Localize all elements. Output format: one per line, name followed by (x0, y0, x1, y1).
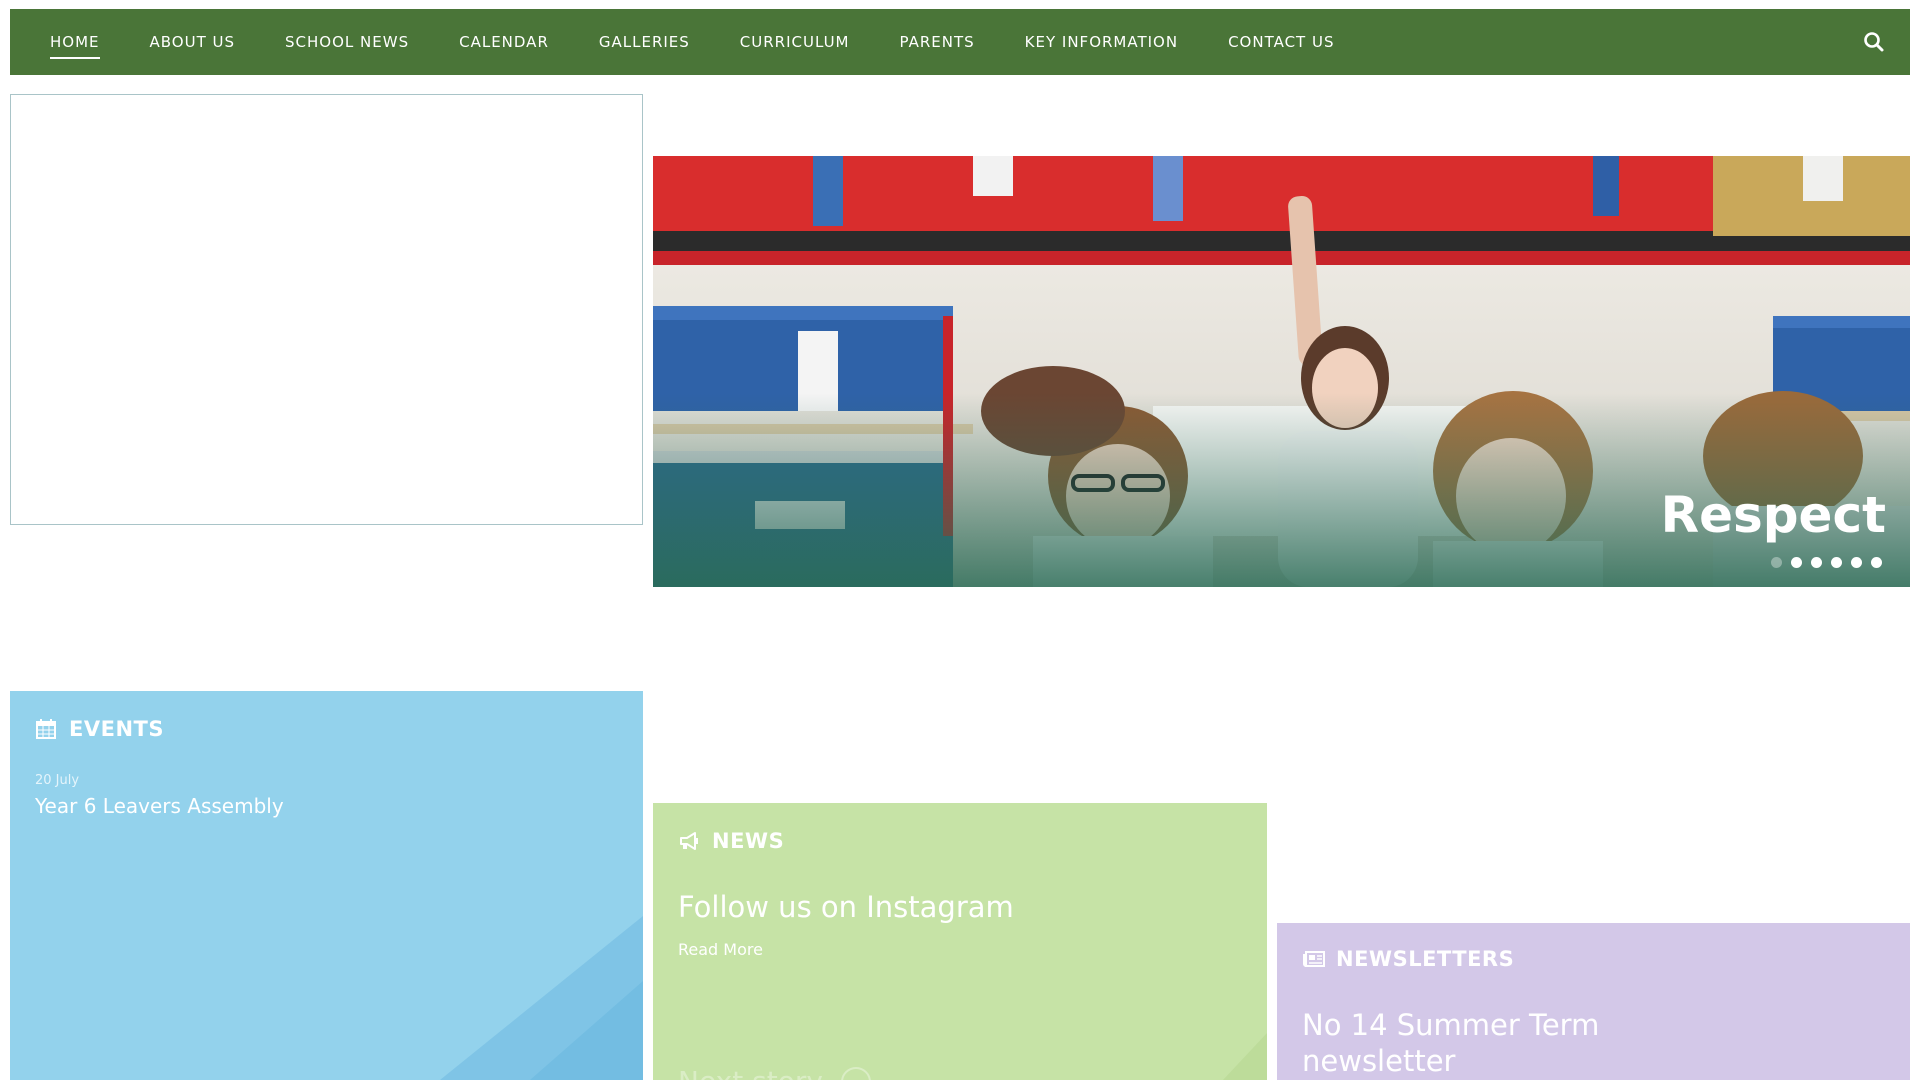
event-date: 20 July (35, 773, 80, 788)
newsletters-heading-label: NEWSLETTERS (1336, 947, 1515, 971)
events-heading: EVENTS (35, 717, 164, 741)
read-more-link[interactable]: Read More (678, 940, 763, 959)
slide-dot[interactable] (1831, 557, 1842, 568)
news-story-title[interactable]: Follow us on Instagram (678, 890, 1014, 924)
news-tile: NEWS Follow us on Instagram Read More Ne… (653, 803, 1267, 1080)
nav-list: HOME ABOUT US SCHOOL NEWS CALENDAR GALLE… (50, 9, 1384, 75)
events-heading-label: EVENTS (69, 717, 164, 741)
calendar-icon (35, 718, 57, 740)
next-story-link[interactable]: Next story (678, 1065, 871, 1080)
chevron-right-icon (840, 1066, 871, 1080)
newsletters-tile: NEWSLETTERS No 14 Summer Term newsletter (1277, 923, 1910, 1080)
slide-dot[interactable] (1791, 557, 1802, 568)
newspaper-icon (1302, 948, 1325, 970)
main-nav: HOME ABOUT US SCHOOL NEWS CALENDAR GALLE… (10, 9, 1910, 75)
event-title[interactable]: Year 6 Leavers Assembly (35, 794, 284, 818)
nav-item-contact-us[interactable]: CONTACT US (1228, 33, 1334, 51)
tile-decoration (440, 916, 643, 1080)
nav-item-key-information[interactable]: KEY INFORMATION (1025, 33, 1178, 51)
megaphone-icon (678, 830, 700, 852)
nav-item-galleries[interactable]: GALLERIES (599, 33, 690, 51)
slide-dot[interactable] (1871, 557, 1882, 568)
news-heading: NEWS (678, 829, 784, 853)
search-icon[interactable] (1862, 30, 1886, 54)
hero-caption: Respect (1660, 486, 1886, 544)
news-heading-label: NEWS (712, 829, 785, 853)
nav-item-home[interactable]: HOME (50, 33, 100, 59)
nav-item-curriculum[interactable]: CURRICULUM (740, 33, 850, 51)
nav-item-calendar[interactable]: CALENDAR (459, 33, 549, 51)
newsletters-heading: NEWSLETTERS (1302, 947, 1514, 971)
hero-slideshow[interactable]: Respect (653, 156, 1910, 587)
embedded-content-placeholder (10, 94, 643, 525)
slide-dot[interactable] (1811, 557, 1822, 568)
nav-item-parents[interactable]: PARENTS (900, 33, 975, 51)
nav-item-about-us[interactable]: ABOUT US (150, 33, 236, 51)
slide-indicators (1771, 557, 1882, 568)
newsletter-title[interactable]: No 14 Summer Term newsletter (1302, 1007, 1632, 1079)
slide-dot[interactable] (1851, 557, 1862, 568)
slide-dot[interactable] (1771, 557, 1782, 568)
next-story-label: Next story (678, 1065, 823, 1080)
nav-item-school-news[interactable]: SCHOOL NEWS (285, 33, 409, 51)
events-tile: EVENTS 20 July Year 6 Leavers Assembly (10, 691, 643, 1080)
